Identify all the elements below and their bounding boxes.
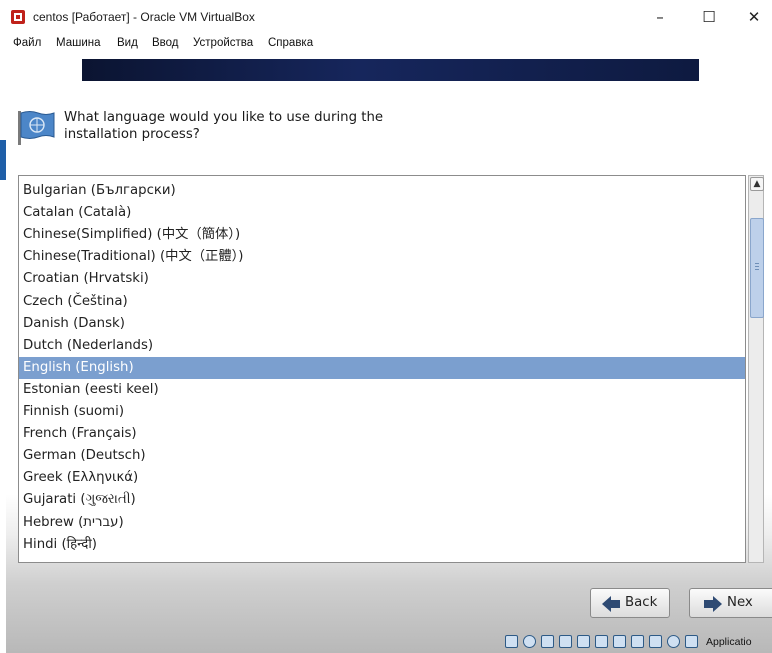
menu-machine[interactable]: Машина — [56, 37, 101, 49]
network-icon[interactable] — [559, 635, 572, 648]
language-list-item[interactable]: Hebrew (עברית) — [19, 512, 745, 534]
installer-banner — [82, 59, 699, 81]
shared-folders-icon[interactable] — [595, 635, 608, 648]
close-button[interactable]: ✕ — [731, 0, 772, 34]
optical-drive-icon[interactable] — [523, 635, 536, 648]
display-icon[interactable] — [613, 635, 626, 648]
menu-help[interactable]: Справка — [268, 37, 313, 49]
next-button-label: Nex — [727, 595, 753, 610]
next-button[interactable]: Nex — [689, 588, 772, 618]
language-list-item[interactable]: Bulgarian (Български) — [19, 180, 745, 202]
language-list-item[interactable]: Chinese(Simplified) (中文（簡体）) — [19, 224, 745, 246]
maximize-button[interactable]: ☐ — [686, 0, 732, 34]
language-list-item[interactable]: Finnish (suomi) — [19, 401, 745, 423]
language-question: What language would you like to use duri… — [64, 110, 384, 142]
language-list-item-selected[interactable]: English (English) — [19, 356, 745, 379]
language-list-item[interactable]: Danish (Dansk) — [19, 313, 745, 335]
language-list-item[interactable]: Greek (Ελληνικά) — [19, 467, 745, 489]
language-list-item[interactable]: Hindi (हिन्दी) — [19, 534, 745, 556]
hard-disk-icon[interactable] — [505, 635, 518, 648]
language-list-item[interactable]: Czech (Čeština) — [19, 291, 745, 313]
language-list-item[interactable]: Chinese(Traditional) (中文（正體）) — [19, 246, 745, 268]
audio-icon[interactable] — [541, 635, 554, 648]
language-list-item[interactable]: Catalan (Català) — [19, 202, 745, 224]
language-list-item[interactable]: Gujarati (ગુજરાતી) — [19, 489, 745, 511]
mouse-integration-icon[interactable] — [667, 635, 680, 648]
keyboard-capture-icon[interactable] — [685, 635, 698, 648]
language-list-scrollbar[interactable]: ▲ — [748, 175, 764, 563]
minimize-button[interactable]: – — [637, 0, 683, 34]
minimize-icon: – — [656, 8, 664, 26]
vm-screen[interactable]: What language would you like to use duri… — [6, 54, 772, 653]
menu-devices[interactable]: Устройства — [193, 37, 253, 49]
menu-file[interactable]: Файл — [13, 37, 41, 49]
back-button[interactable]: Back — [590, 588, 670, 618]
menubar: Файл Машина Вид Ввод Устройства Справка — [0, 34, 772, 54]
usb-icon[interactable] — [577, 635, 590, 648]
cpu-icon[interactable] — [649, 635, 662, 648]
language-list-item[interactable]: Estonian (eesti keel) — [19, 379, 745, 401]
language-list-item[interactable]: Dutch (Nederlands) — [19, 335, 745, 357]
language-list-item[interactable]: Croatian (Hrvatski) — [19, 268, 745, 290]
language-list[interactable]: Bulgarian (Български) Catalan (Català) Chi… — [18, 175, 746, 563]
video-capture-icon[interactable] — [631, 635, 644, 648]
next-arrow-icon — [704, 596, 722, 612]
language-list-item[interactable]: German (Deutsch) — [19, 445, 745, 467]
language-list-item[interactable]: French (Français) — [19, 423, 745, 445]
menu-view[interactable]: Вид — [117, 37, 138, 49]
menu-input[interactable]: Ввод — [152, 37, 179, 49]
back-button-label: Back — [625, 595, 658, 610]
close-icon: ✕ — [747, 8, 761, 26]
language-flag-icon — [18, 111, 55, 145]
status-tray: Applicatio — [499, 633, 772, 653]
window-title: centos [Работает] - Oracle VM VirtualBox — [33, 10, 255, 24]
host-desktop-edge — [0, 140, 6, 180]
host-key-label: Applicatio — [706, 636, 752, 648]
scroll-up-arrow-icon[interactable]: ▲ — [750, 177, 764, 191]
scroll-thumb[interactable] — [750, 218, 764, 318]
window-titlebar: centos [Работает] - Oracle VM VirtualBox… — [0, 0, 772, 34]
virtualbox-app-icon — [11, 10, 25, 24]
back-arrow-icon — [602, 596, 620, 612]
maximize-icon: ☐ — [702, 8, 716, 26]
